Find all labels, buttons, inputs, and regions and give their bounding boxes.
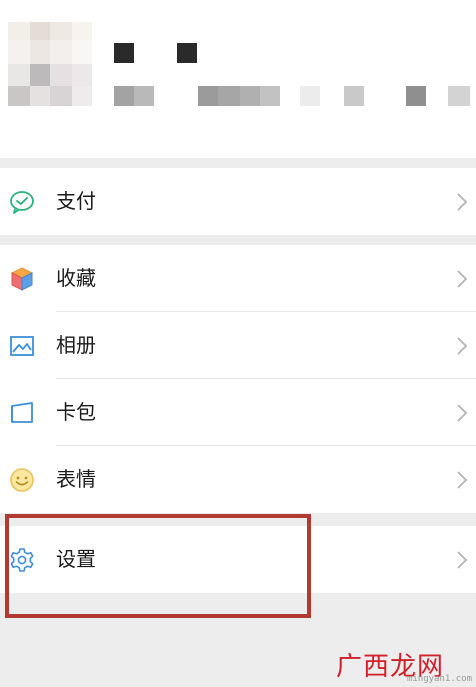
menu-item-label: 支付 xyxy=(56,189,96,213)
card-wallet-icon xyxy=(9,400,35,426)
smiley-icon xyxy=(9,467,35,493)
menu-item-label: 卡包 xyxy=(56,400,96,424)
album-picture-icon xyxy=(9,333,35,359)
menu-item-album[interactable]: 相册 xyxy=(0,312,476,379)
menu-item-cards[interactable]: 卡包 xyxy=(0,379,476,446)
chevron-right-icon xyxy=(456,336,468,356)
chevron-right-icon xyxy=(456,550,468,570)
settings-highlight-box xyxy=(5,514,311,618)
menu-group-pay: 支付 xyxy=(0,168,476,235)
menu-item-label: 表情 xyxy=(56,467,96,491)
menu-item-pay[interactable]: 支付 xyxy=(0,168,476,235)
chevron-right-icon xyxy=(456,269,468,289)
profile-header[interactable] xyxy=(0,0,476,158)
watermark-url: mingyan1.com xyxy=(406,674,472,684)
chevron-right-icon xyxy=(456,192,468,212)
menu-item-stickers[interactable]: 表情 xyxy=(0,446,476,513)
chevron-right-icon xyxy=(456,470,468,490)
menu-group-main: 收藏 相册 卡包 表情 xyxy=(0,245,476,513)
menu-item-label: 收藏 xyxy=(56,266,96,290)
menu-item-label: 相册 xyxy=(56,333,96,357)
wechat-pay-icon xyxy=(9,189,35,215)
menu-item-favorites[interactable]: 收藏 xyxy=(0,245,476,312)
chevron-right-icon xyxy=(456,403,468,423)
favorites-cube-icon xyxy=(9,266,35,292)
